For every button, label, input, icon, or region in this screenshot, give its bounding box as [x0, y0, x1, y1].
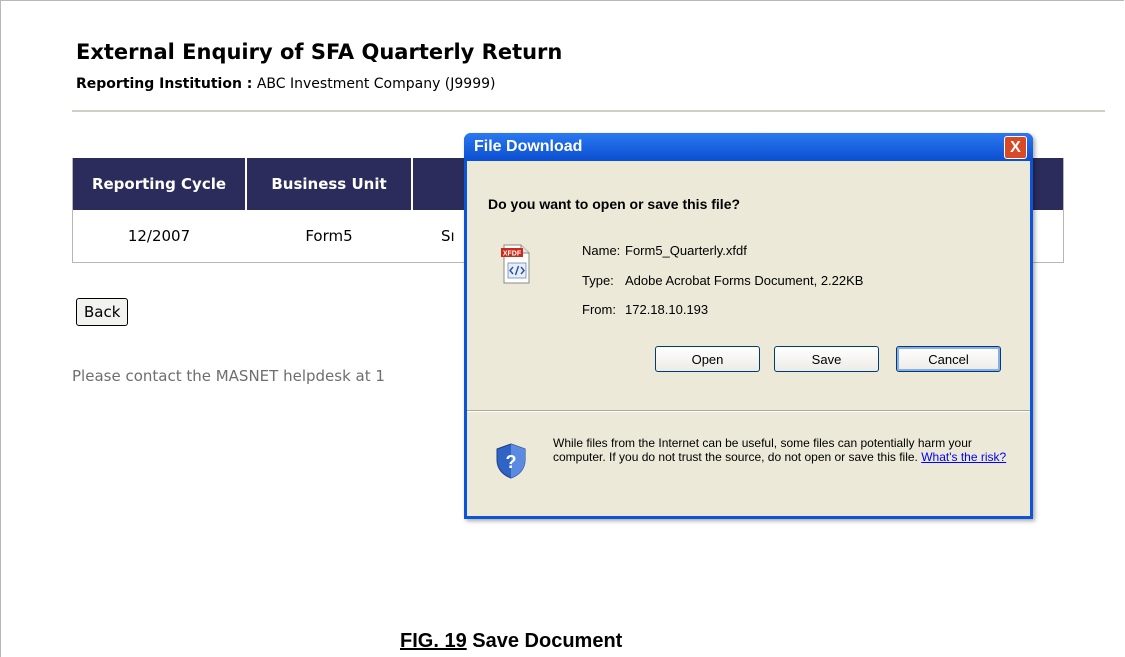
file-name-value: Form5_Quarterly.xfdf — [625, 243, 747, 258]
dialog-question: Do you want to open or save this file? — [488, 196, 741, 212]
figure-title: Save Document — [472, 630, 623, 652]
reporting-institution: Reporting Institution : ABC Investment C… — [76, 76, 496, 92]
dialog-titlebar[interactable]: File Download X — [464, 133, 1033, 161]
security-warning: While files from the Internet can be use… — [553, 436, 1013, 464]
cancel-button[interactable]: Cancel — [896, 346, 1001, 372]
warning-text: While files from the Internet can be use… — [553, 436, 972, 464]
header-business-unit: Business Unit — [247, 158, 411, 210]
name-label: Name: — [582, 243, 621, 258]
figure-number: FIG. 19 — [400, 630, 467, 652]
file-type-value: Adobe Acrobat Forms Document, 2.22KB — [625, 273, 864, 288]
file-icon-badge: XFDF — [503, 251, 522, 258]
svg-text:?: ? — [506, 452, 517, 472]
type-label: Type: — [582, 273, 614, 288]
cell-business-unit[interactable]: Form5 — [247, 210, 411, 262]
institution-value: ABC Investment Company (J9999) — [256, 76, 496, 92]
open-button[interactable]: Open — [655, 346, 760, 372]
from-label: From: — [582, 302, 616, 317]
dialog-body: Do you want to open or save this file? X… — [467, 161, 1030, 516]
file-source-value: 172.18.10.193 — [625, 302, 709, 317]
figure-caption: FIG. 19 Save Document — [400, 630, 622, 653]
back-button[interactable]: Back — [76, 298, 129, 326]
divider — [72, 110, 1105, 112]
page-title: External Enquiry of SFA Quarterly Return — [76, 40, 563, 64]
xfdf-file-icon: XFDF — [501, 244, 530, 284]
save-button[interactable]: Save — [774, 346, 879, 372]
separator-highlight — [467, 411, 1030, 412]
security-shield-icon: ? — [496, 443, 526, 479]
cell-reporting-cycle: 12/2007 — [127, 227, 191, 245]
header-reporting-cycle: Reporting Cycle — [73, 158, 245, 210]
helpdesk-text: Please contact the MASNET helpdesk at 1 — [72, 367, 385, 385]
file-download-dialog: File Download X Do you want to open or s… — [464, 133, 1033, 519]
dialog-title: File Download — [474, 138, 583, 155]
close-icon[interactable]: X — [1004, 136, 1027, 159]
whats-the-risk-link[interactable]: What's the risk? — [921, 450, 1006, 464]
institution-label: Reporting Institution : — [76, 76, 253, 92]
